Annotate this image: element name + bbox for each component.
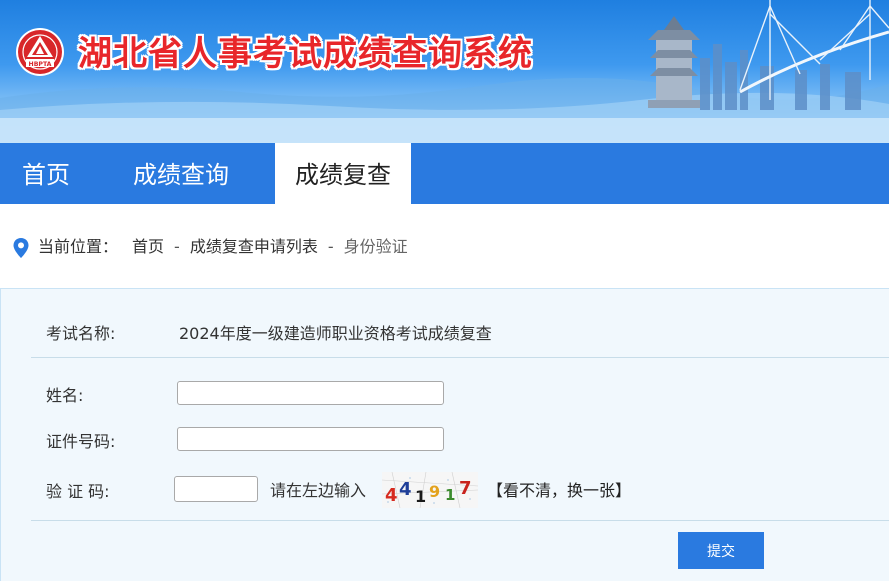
captcha-char-5: 1 bbox=[445, 486, 455, 504]
name-label: 姓名: bbox=[46, 386, 84, 405]
location-pin-icon bbox=[13, 237, 29, 258]
breadcrumb-home-link[interactable]: 首页 bbox=[132, 237, 164, 256]
exam-name-value: 2024年度一级建造师职业资格考试成绩复查 bbox=[179, 324, 492, 343]
logo-text: HBPTA bbox=[29, 61, 52, 68]
captcha-label: 验 证 码: bbox=[46, 482, 110, 501]
captcha-char-2: 4 bbox=[399, 479, 412, 500]
form-divider bbox=[31, 520, 889, 521]
main-nav: 首页 成绩查询 成绩复查 bbox=[0, 143, 889, 204]
captcha-image[interactable]: 4 4 1 9 1 7 bbox=[382, 472, 478, 508]
captcha-char-3: 1 bbox=[415, 487, 426, 506]
breadcrumb-separator: - bbox=[174, 237, 180, 256]
nav-item-home[interactable]: 首页 bbox=[20, 143, 72, 204]
id-number-label: 证件号码: bbox=[46, 432, 116, 451]
exam-name-label: 考试名称: bbox=[46, 324, 116, 343]
breadcrumb-current: 身份验证 bbox=[343, 237, 408, 256]
refresh-captcha-link[interactable]: 【看不清，换一张】 bbox=[487, 477, 631, 501]
captcha-char-4: 9 bbox=[429, 482, 440, 501]
nav-item-score-query[interactable]: 成绩查询 bbox=[133, 143, 229, 204]
captcha-hint: 请在左边输入 bbox=[270, 481, 367, 500]
hbpta-logo: HBPTA bbox=[16, 28, 64, 76]
captcha-char-6: 7 bbox=[459, 478, 472, 499]
breadcrumb: 当前位置： 首页 - 成绩复查申请列表 - 身份验证 bbox=[12, 232, 408, 262]
breadcrumb-label: 当前位置： bbox=[38, 237, 119, 256]
nav-item-score-review[interactable]: 成绩复查 bbox=[275, 143, 411, 204]
submit-button[interactable]: 提交 bbox=[678, 532, 764, 569]
captcha-input[interactable] bbox=[174, 476, 258, 502]
breadcrumb-separator: - bbox=[327, 237, 334, 256]
name-input[interactable] bbox=[177, 381, 444, 405]
captcha-char-1: 4 bbox=[385, 485, 398, 506]
site-title: 湖北省人事考试成绩查询系统 bbox=[78, 34, 533, 74]
breadcrumb-review-list-link[interactable]: 成绩复查申请列表 bbox=[190, 237, 318, 256]
exam-name-row: 考试名称: 2024年度一级建造师职业资格考试成绩复查 bbox=[46, 320, 492, 344]
id-number-input[interactable] bbox=[177, 427, 444, 451]
form-divider bbox=[31, 357, 889, 358]
header-banner: HBPTA 湖北省人事考试成绩查询系统 bbox=[0, 0, 889, 143]
